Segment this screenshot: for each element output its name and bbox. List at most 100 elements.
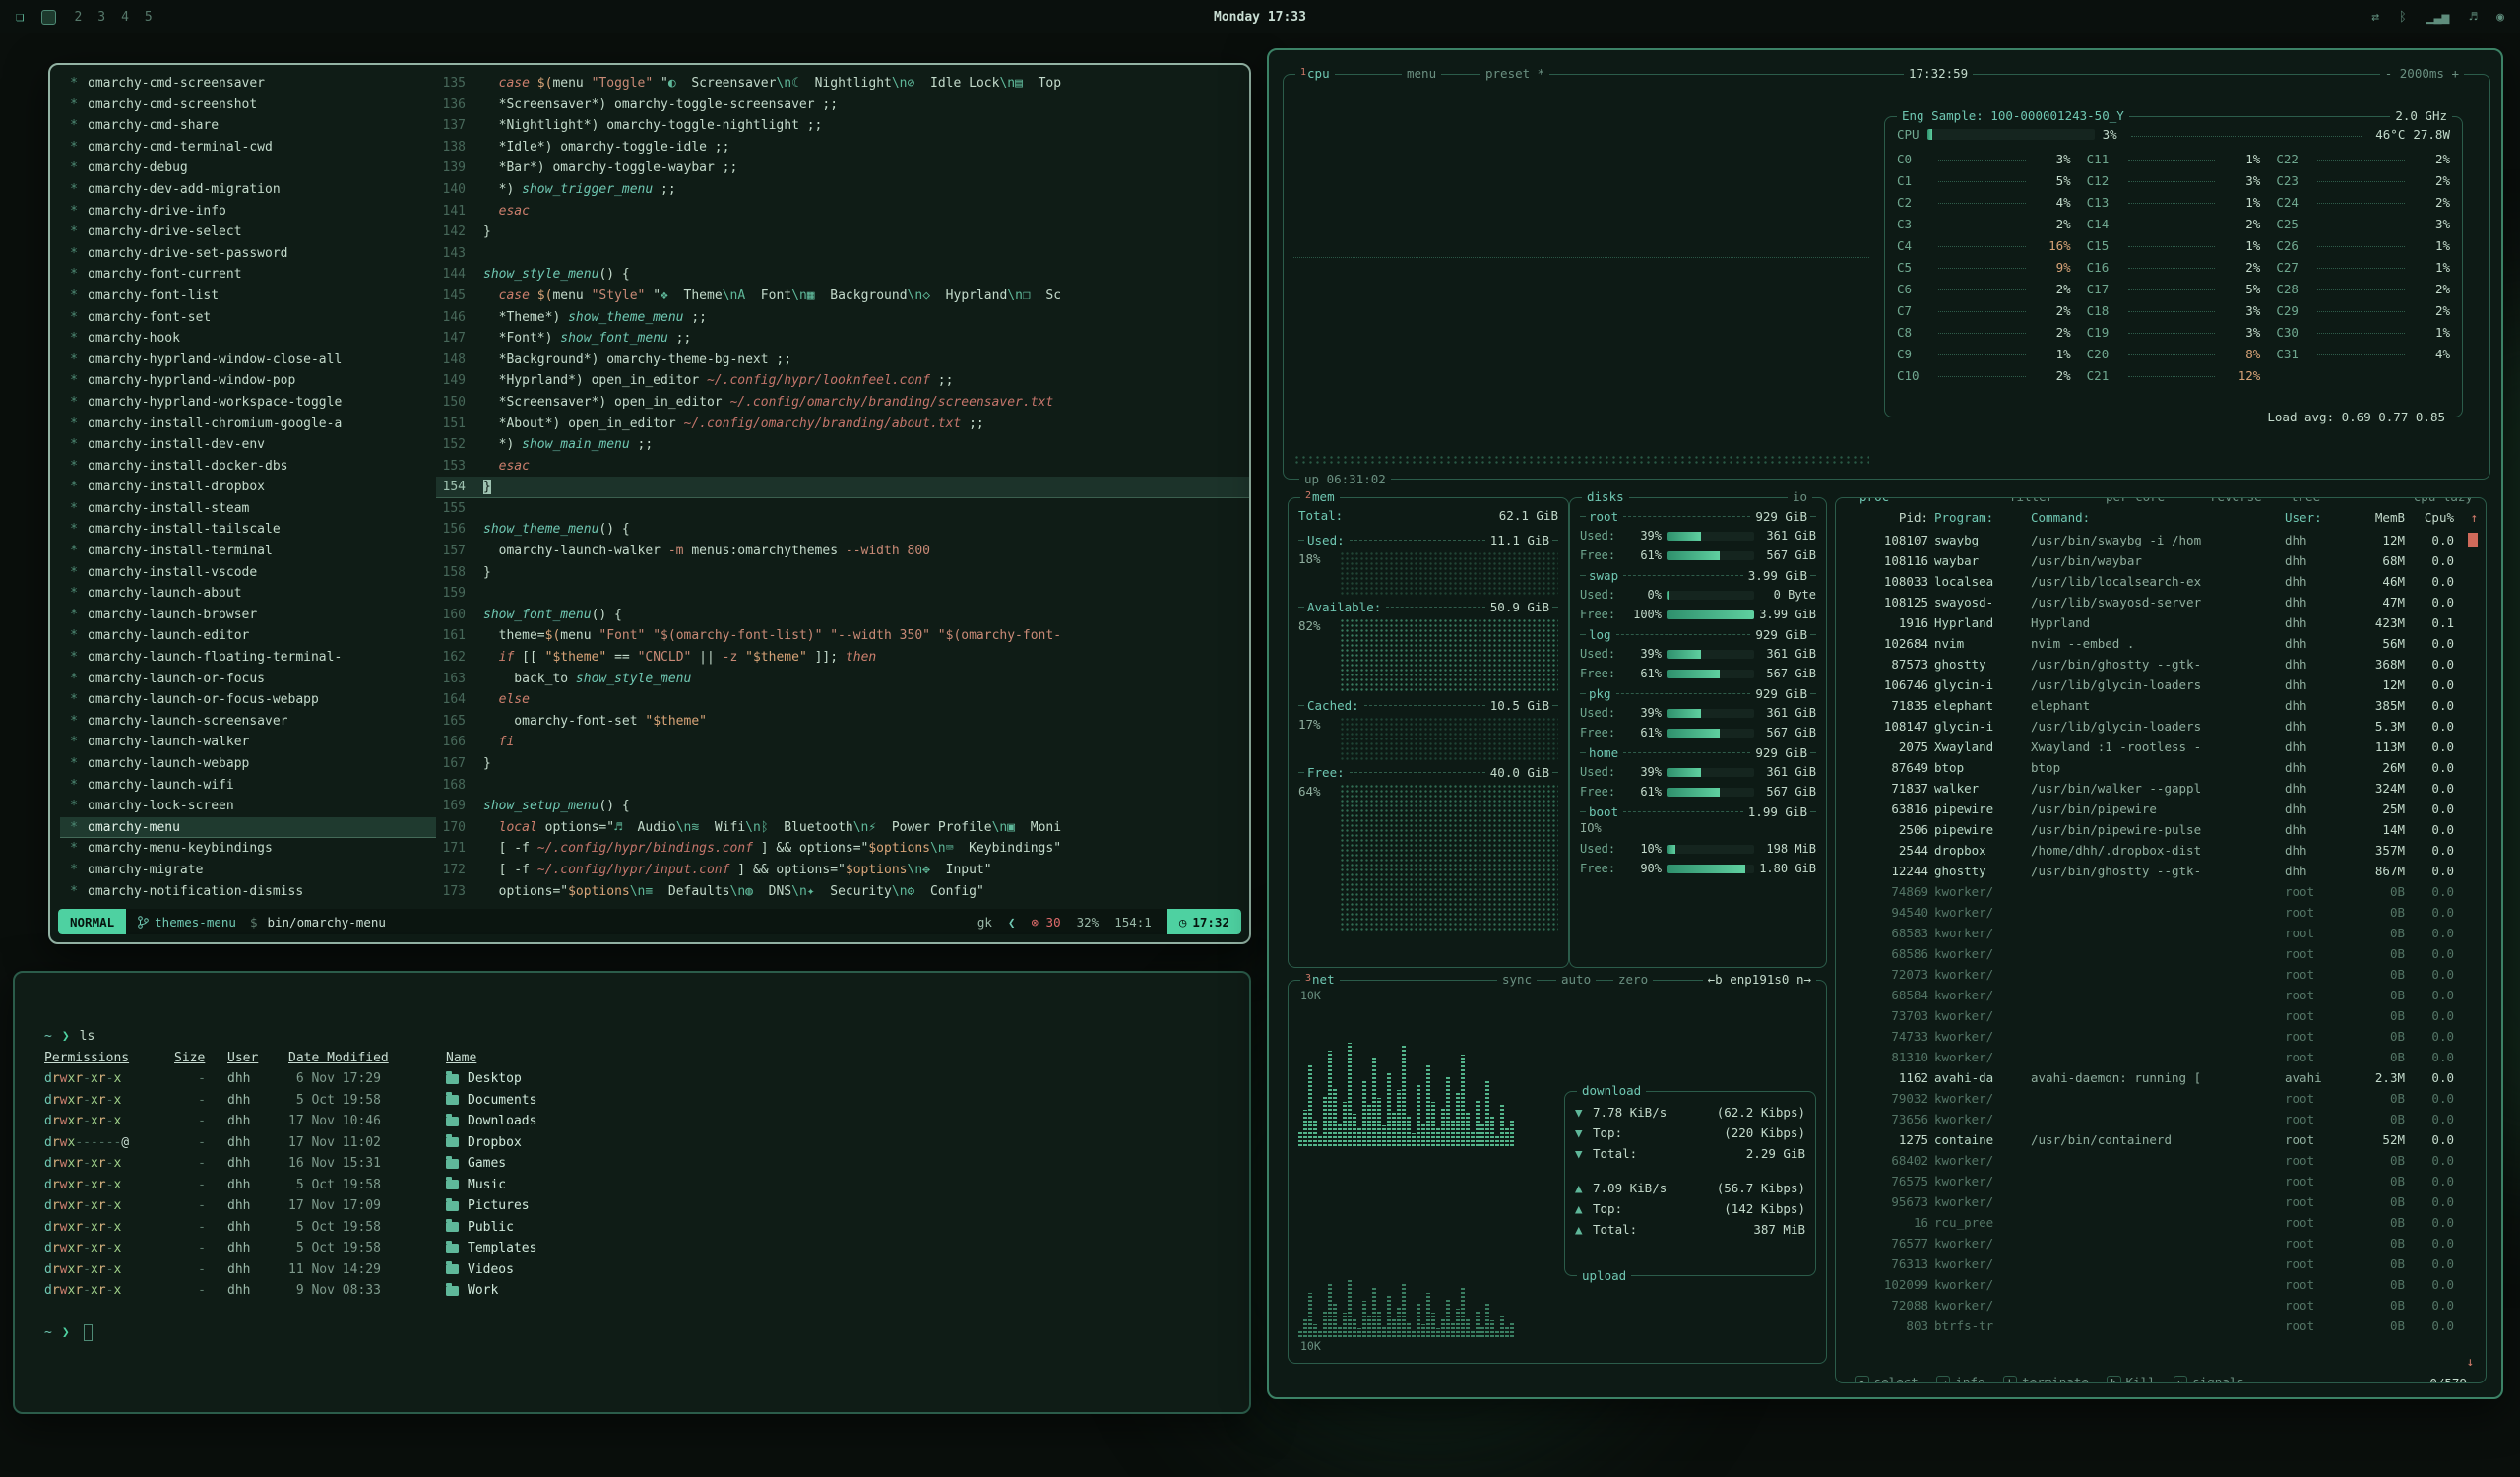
file-item[interactable]: *omarchy-launch-or-focus-webapp [60,689,436,711]
code-line[interactable]: 170 local options="♬ Audio\n≋ Wifi\nᛒ Bl… [436,817,1249,839]
process-row[interactable]: 81310kworker/root0B0.0 [1836,1047,2486,1067]
process-row[interactable]: 95673kworker/root0B0.0 [1836,1191,2486,1212]
process-row[interactable]: 108116waybar/usr/bin/waybardhh68M0.0 [1836,550,2486,571]
code-line[interactable]: 142} [436,222,1249,243]
code-line[interactable]: 140 *) show_trigger_menu ;; [436,179,1249,201]
process-row[interactable]: 1916HyprlandHyprlanddhh423M0.1 [1836,612,2486,633]
process-row[interactable]: 2544dropbox/home/dhh/.dropbox-distdhh357… [1836,840,2486,861]
code-line[interactable]: 169show_setup_menu() { [436,796,1249,817]
code-line[interactable]: 152 *) show_main_menu ;; [436,434,1249,456]
proc-footer-action[interactable]: ssignals [2174,1375,2244,1383]
memory-panel-title[interactable]: 2mem [1300,489,1340,507]
prompt-line[interactable]: ~ ❯ [44,1322,1249,1344]
process-row[interactable]: 72088kworker/root0B0.0 [1836,1295,2486,1316]
code-line[interactable]: 149 *Hyprland*) open_in_editor ~/.config… [436,370,1249,392]
process-row[interactable]: 63816pipewire/usr/bin/pipewiredhh25M0.0 [1836,799,2486,819]
volume-icon[interactable]: ♬ [2469,10,2477,25]
process-row[interactable]: 108033localsea/usr/lib/localsearch-exdhh… [1836,571,2486,592]
file-item[interactable]: *omarchy-font-current [60,264,436,286]
process-row[interactable]: 73656kworker/root0B0.0 [1836,1109,2486,1129]
code-line[interactable]: 144show_style_menu() { [436,264,1249,286]
process-row[interactable]: 74733kworker/root0B0.0 [1836,1026,2486,1047]
process-row[interactable]: 108147glycin-i/usr/lib/glycin-loadersdhh… [1836,716,2486,737]
code-line[interactable]: 157 omarchy-launch-walker -m menus:omarc… [436,541,1249,562]
process-row[interactable]: 79032kworker/root0B0.0 [1836,1088,2486,1109]
file-item[interactable]: *omarchy-install-vscode [60,562,436,584]
file-item[interactable]: *omarchy-launch-screensaver [60,711,436,733]
net-sync-toggle[interactable]: sync [1497,972,1537,988]
code-line[interactable]: 139 *Bar*) omarchy-toggle-waybar ;; [436,158,1249,179]
code-line[interactable]: 150 *Screensaver*) open_in_editor ~/.con… [436,392,1249,414]
btop-window[interactable]: 1cpu menu preset * 17:32:59 - 2000ms + E… [1267,48,2503,1399]
file-item[interactable]: *omarchy-launch-about [60,583,436,605]
process-row[interactable]: 102099kworker/root0B0.0 [1836,1274,2486,1295]
terminal-window[interactable]: ~ ❯ ls PermissionsSizeUserDate ModifiedN… [13,971,1251,1414]
file-item[interactable]: *omarchy-install-terminal [60,541,436,562]
io-mode-toggle[interactable]: io [1788,489,1812,505]
process-row[interactable]: 87573ghostty/usr/bin/ghostty --gtk-dhh36… [1836,654,2486,674]
process-row[interactable]: 1275containe/usr/bin/containerdroot52M0.… [1836,1129,2486,1150]
code-line[interactable]: 154} [436,477,1249,498]
code-line[interactable]: 143 [436,243,1249,265]
file-item[interactable]: *omarchy-hyprland-window-close-all [60,350,436,371]
code-line[interactable]: 136 *Screensaver*) omarchy-toggle-screen… [436,95,1249,116]
tray-icon[interactable]: ◉ [2496,10,2504,25]
code-line[interactable]: 153 esac [436,456,1249,478]
process-row[interactable]: 68402kworker/root0B0.0 [1836,1150,2486,1171]
workspace-button[interactable]: 5 [145,10,153,25]
file-item[interactable]: *omarchy-launch-webapp [60,753,436,775]
code-line[interactable]: 135 case $(menu "Toggle" "◐ Screensaver\… [436,73,1249,95]
file-item[interactable]: *omarchy-launch-floating-terminal- [60,647,436,669]
file-item[interactable]: *omarchy-install-dev-env [60,434,436,456]
process-row[interactable]: 16rcu_preeroot0B0.0 [1836,1212,2486,1233]
process-row[interactable]: 108125swayosd-/usr/lib/swayosd-serverdhh… [1836,592,2486,612]
code-line[interactable]: 167} [436,753,1249,775]
net-device[interactable]: ←b enp191s0 n→ [1703,972,1816,988]
workspace-button[interactable]: 4 [121,10,129,25]
process-row[interactable]: 68586kworker/root0B0.0 [1836,943,2486,964]
file-item[interactable]: *omarchy-drive-set-password [60,243,436,265]
cpu-panel-title[interactable]: 1cpu [1295,66,1335,84]
file-item[interactable]: *omarchy-install-steam [60,498,436,520]
process-row[interactable]: 71835elephantelephantdhh385M0.0 [1836,695,2486,716]
proc-sort-mode[interactable]: cpu lazy [2409,497,2478,505]
file-item[interactable]: *omarchy-install-chromium-google-a [60,414,436,435]
process-row[interactable]: 68583kworker/root0B0.0 [1836,923,2486,943]
btop-preset-button[interactable]: preset * [1480,66,1549,82]
process-row[interactable]: 87649btopbtopdhh26M0.0 [1836,757,2486,778]
net-auto-toggle[interactable]: auto [1556,972,1596,988]
process-row[interactable]: 2506pipewire/usr/bin/pipewire-pulsedhh14… [1836,819,2486,840]
file-item[interactable]: *omarchy-hyprland-workspace-toggle [60,392,436,414]
code-line[interactable]: 155 [436,498,1249,520]
code-line[interactable]: 145 case $(menu "Style" "❖ Theme\nA Font… [436,286,1249,307]
process-row[interactable]: 94540kworker/root0B0.0 [1836,902,2486,923]
file-item[interactable]: *omarchy-drive-info [60,201,436,223]
file-item[interactable]: *omarchy-install-tailscale [60,519,436,541]
process-row[interactable]: 102684nvimnvim --embed .dhh56M0.0 [1836,633,2486,654]
code-line[interactable]: 166 fi [436,732,1249,753]
file-item[interactable]: *omarchy-cmd-screensaver [60,73,436,95]
process-row[interactable]: 2075XwaylandXwayland :1 -rootless -dhh11… [1836,737,2486,757]
file-item[interactable]: *omarchy-lock-screen [60,796,436,817]
code-line[interactable]: 162 if [[ "$theme" == "CNCLD" || -z "$th… [436,647,1249,669]
file-item[interactable]: *omarchy-migrate [60,860,436,881]
signal-icon[interactable]: ▁▃▅ [2426,10,2449,25]
proc-footer-action[interactable]: tterminate [2003,1375,2089,1383]
file-item[interactable]: *omarchy-font-list [60,286,436,307]
net-zero-toggle[interactable]: zero [1613,972,1653,988]
file-item[interactable]: *omarchy-notification-dismiss [60,881,436,901]
code-line[interactable]: 138 *Idle*) omarchy-toggle-idle ;; [436,137,1249,159]
code-line[interactable]: 151 *About*) open_in_editor ~/.config/om… [436,414,1249,435]
bluetooth-icon[interactable]: ᛒ [2399,10,2407,25]
file-item[interactable]: *omarchy-cmd-terminal-cwd [60,137,436,159]
proc-footer-action[interactable]: ↵info [1936,1375,1985,1383]
btop-menu-button[interactable]: menu [1402,66,1441,82]
file-item[interactable]: *omarchy-launch-browser [60,605,436,626]
proc-percore-control[interactable]: per-core [2101,497,2170,505]
file-item[interactable]: *omarchy-launch-walker [60,732,436,753]
process-row[interactable]: 74869kworker/root0B0.0 [1836,881,2486,902]
file-item[interactable]: *omarchy-hook [60,328,436,350]
process-row[interactable]: 71837walker/usr/bin/walker --gappldhh324… [1836,778,2486,799]
code-line[interactable]: 171 [ -f ~/.config/hypr/bindings.conf ] … [436,838,1249,860]
process-header[interactable]: Pid: Program: Command: User: MemB Cpu% ↑ [1836,506,2486,530]
